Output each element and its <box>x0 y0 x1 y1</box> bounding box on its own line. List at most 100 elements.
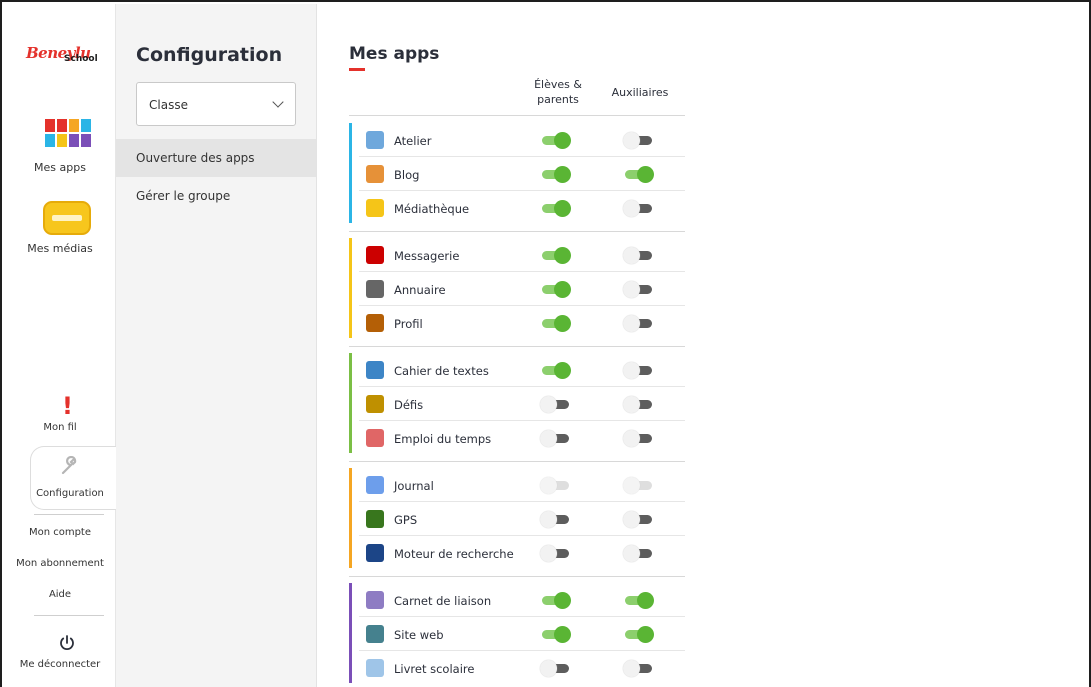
title-underline <box>349 68 365 71</box>
toggle-auxiliaires[interactable] <box>623 660 654 677</box>
toggle-knob <box>623 430 640 447</box>
nav-mon-abonnement[interactable]: Mon abonnement <box>4 558 116 569</box>
journal-icon <box>366 476 384 494</box>
nav-deconnecter[interactable]: Me déconnecter <box>4 659 116 670</box>
config-item-ouverture-apps[interactable]: Ouverture des apps <box>116 139 316 177</box>
toggle-eleves-parents[interactable] <box>540 362 571 379</box>
nav-aide[interactable]: Aide <box>4 589 116 600</box>
toggle-knob <box>554 281 571 298</box>
toggle-knob <box>623 660 640 677</box>
siteweb-icon <box>366 625 384 643</box>
toggle-knob <box>554 247 571 264</box>
app-name: Atelier <box>394 134 432 148</box>
nav-mon-fil[interactable]: Mon fil <box>4 422 116 433</box>
emploi-icon <box>366 429 384 447</box>
app-group: Atelier Blog Médiathèque <box>349 123 685 227</box>
toggle-eleves-parents[interactable] <box>540 281 571 298</box>
toggle-eleves-parents[interactable] <box>540 660 571 677</box>
annuaire-icon <box>366 280 384 298</box>
toggle-knob <box>540 396 557 413</box>
toggle-eleves-parents[interactable] <box>540 315 571 332</box>
app-row: Emploi du temps <box>349 421 685 455</box>
page-title: Mes apps <box>349 44 440 64</box>
app-name: Messagerie <box>394 249 460 263</box>
app-row: Livret scolaire <box>349 651 685 685</box>
toggle-auxiliaires[interactable] <box>623 592 654 609</box>
app-row: Site web <box>349 617 685 651</box>
app-row: Atelier <box>349 123 685 157</box>
group-select-value: Classe <box>149 98 188 112</box>
wrench-icon <box>61 456 77 475</box>
toggle-auxiliaires[interactable] <box>623 166 654 183</box>
toggle-knob <box>623 396 640 413</box>
config-item-gerer-groupe[interactable]: Gérer le groupe <box>116 177 316 215</box>
toggle-auxiliaires[interactable] <box>623 362 654 379</box>
nav-mes-apps[interactable]: Mes apps <box>4 161 116 174</box>
app-name: Journal <box>394 479 434 493</box>
toggle-auxiliaires[interactable] <box>623 281 654 298</box>
toggle-auxiliaires[interactable] <box>623 626 654 643</box>
nav-mon-compte[interactable]: Mon compte <box>4 527 116 538</box>
app-name: Annuaire <box>394 283 446 297</box>
toggle-auxiliaires[interactable] <box>623 247 654 264</box>
toggle-knob <box>623 281 640 298</box>
app-row: Défis <box>349 387 685 421</box>
app-group: Messagerie Annuaire Profil <box>349 238 685 342</box>
toggle-knob <box>554 626 571 643</box>
nav-mes-medias[interactable]: Mes médias <box>4 242 116 255</box>
toggle-eleves-parents[interactable] <box>540 626 571 643</box>
beneylu-logo[interactable]: Beneylu School <box>26 44 100 74</box>
power-icon[interactable] <box>58 634 76 652</box>
profil-icon <box>366 314 384 332</box>
toggle-knob <box>637 626 654 643</box>
toggle-knob <box>554 362 571 379</box>
app-row: Journal <box>349 468 685 502</box>
toggle-eleves-parents[interactable] <box>540 132 571 149</box>
apps-grid-icon[interactable] <box>45 119 91 147</box>
rail-divider <box>34 514 104 515</box>
toggle-auxiliaires[interactable] <box>623 200 654 217</box>
exclamation-icon[interactable]: ! <box>62 394 76 422</box>
toggle-eleves-parents[interactable] <box>540 200 571 217</box>
toggle-knob <box>540 430 557 447</box>
toggle-knob <box>554 200 571 217</box>
app-row: Blog <box>349 157 685 191</box>
messagerie-icon <box>366 246 384 264</box>
toggle-eleves-parents[interactable] <box>540 396 571 413</box>
group-divider <box>349 346 685 347</box>
toggle-eleves-parents[interactable] <box>540 545 571 562</box>
toggle-knob <box>637 592 654 609</box>
toggle-eleves-parents[interactable] <box>540 592 571 609</box>
app-name: GPS <box>394 513 418 527</box>
app-name: Cahier de textes <box>394 364 489 378</box>
app-name: Livret scolaire <box>394 662 475 676</box>
rail-divider <box>34 615 104 616</box>
toggle-auxiliaires[interactable] <box>623 430 654 447</box>
medias-drawer-icon[interactable] <box>43 201 91 235</box>
toggle-eleves-parents[interactable] <box>540 511 571 528</box>
toggle-auxiliaires[interactable] <box>623 132 654 149</box>
toggle-eleves-parents[interactable] <box>540 247 571 264</box>
app-name: Profil <box>394 317 423 331</box>
group-select[interactable]: Classe <box>136 82 296 126</box>
search-icon <box>366 544 384 562</box>
toggle-knob <box>623 477 640 494</box>
toggle-auxiliaires[interactable] <box>623 396 654 413</box>
toggle-auxiliaires[interactable] <box>623 545 654 562</box>
column-header-eleves-line1: Élèves & <box>534 78 582 91</box>
toggle-knob <box>623 132 640 149</box>
toggle-eleves-parents[interactable] <box>540 430 571 447</box>
app-row: Médiathèque <box>349 191 685 225</box>
nav-configuration[interactable]: Configuration <box>24 488 116 499</box>
app-name: Moteur de recherche <box>394 547 514 561</box>
column-header-eleves: Élèves & parents <box>528 77 588 107</box>
toggle-knob <box>540 511 557 528</box>
toggle-eleves-parents[interactable] <box>540 166 571 183</box>
toggle-knob <box>623 315 640 332</box>
toggle-knob <box>554 166 571 183</box>
app-name: Défis <box>394 398 424 412</box>
toggle-auxiliaires[interactable] <box>623 511 654 528</box>
toggle-auxiliaires[interactable] <box>623 315 654 332</box>
configuration-panel: Configuration Classe Ouverture des apps … <box>116 4 317 687</box>
app-group: Carnet de liaison Site web Livret scolaire <box>349 583 685 687</box>
